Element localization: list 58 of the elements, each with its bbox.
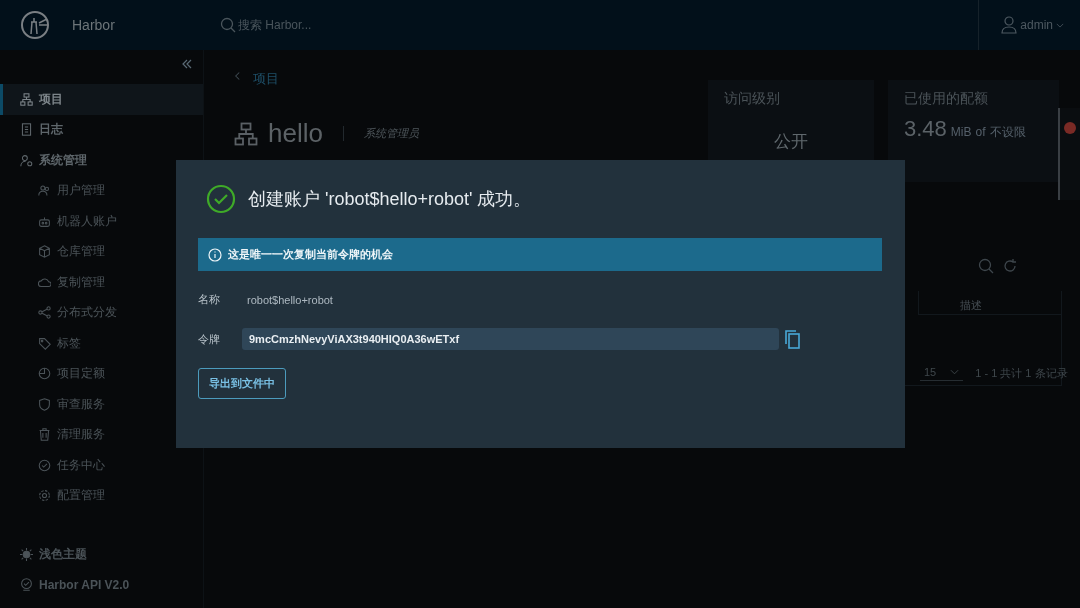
page-size-select[interactable]: 15 [920,366,964,381]
sidebar-item[interactable]: 项目 [0,84,203,115]
pie-icon [38,367,51,381]
info-icon [208,247,222,262]
user-gear-icon [20,153,33,167]
search-icon[interactable] [978,258,994,274]
sidebar-item[interactable]: 用户管理 [0,175,203,206]
trash-icon [38,428,51,442]
sidebar-item[interactable]: 仓库管理 [0,236,203,267]
caret-icon [950,369,960,375]
share-icon [38,306,51,320]
dialog-title: 创建账户 'robot$hello+robot' 成功。 [248,188,532,211]
cloud-icon [38,275,51,289]
search-field[interactable]: 搜索 Harbor... [220,16,312,34]
users-icon [38,184,51,198]
field-label: 名称 [198,292,221,307]
user-name: admin [1020,18,1053,32]
token-field[interactable]: 9mcCmzhNevyViAX3t940HIQ0A36wETxf [242,328,779,350]
export-button[interactable]: 导出到文件中 [198,368,286,399]
info-text: 这是唯一一次复制当前令牌的机会 [228,247,393,262]
sidebar-item[interactable]: 机器人账户 [0,206,203,237]
api-link[interactable]: Harbor API V2.0 [0,569,203,600]
tag-icon [38,336,51,350]
cube-icon [38,245,51,259]
check-circle-icon [38,458,51,472]
robot-icon [38,214,51,228]
sidebar-item[interactable]: 日志 [0,114,203,145]
project-title: hello [268,118,323,149]
sitemap-icon [20,92,33,106]
settings-icon [38,489,51,503]
app-name: Harbor [72,17,116,33]
search-icon [220,17,236,33]
column-header: 描述 [918,291,1061,315]
search-placeholder: 搜索 Harbor... [238,16,312,34]
feedback-tab[interactable] [1058,108,1080,200]
sidebar-item[interactable]: 清理服务 [0,419,203,450]
role-label: 系统管理员 [342,126,419,141]
back-chevron-icon [234,70,241,82]
lighthouse-logo-icon [20,10,50,40]
field-value: robot$hello+robot [247,293,333,306]
success-check-icon [206,184,236,214]
sun-icon [20,547,33,561]
collapse-icon[interactable] [181,58,193,70]
api-icon [20,578,33,592]
shield-icon [38,397,51,411]
user-icon [1001,16,1018,34]
sidebar-item[interactable]: 任务中心 [0,450,203,481]
sidebar-item[interactable]: 配置管理 [0,480,203,511]
user-menu[interactable]: admin [978,0,1080,50]
refresh-icon[interactable] [1002,258,1018,274]
sidebar-item[interactable]: 系统管理 [0,145,203,176]
copy-icon[interactable] [783,329,801,349]
field-label: 令牌 [198,331,221,347]
caret-icon [1056,22,1064,28]
project-icon [234,121,258,146]
document-icon [20,123,33,137]
theme-toggle[interactable]: 浅色主题 [0,539,203,570]
quota-card: 已使用的配额 3.48 MiB of 不设限 [888,80,1059,182]
